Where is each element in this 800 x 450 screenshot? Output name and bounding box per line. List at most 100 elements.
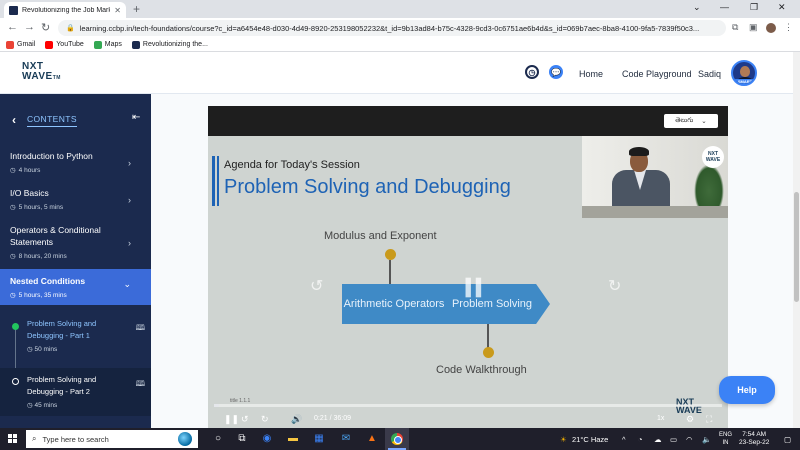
app-header: NXT WAVETM ◷ 💬 Home Code Playground Sadi… [0,52,800,94]
chat-icon[interactable]: 💬 [549,65,563,79]
diagram-arrow-arithmetic: Arithmetic Operators [342,284,454,324]
cam-desk [582,206,728,218]
gmail-icon [6,40,14,49]
cam-nxtwave-logo: NXT WAVE [702,146,724,168]
network-icon[interactable]: ◔ [638,435,643,444]
slide-accent-bar [217,156,219,206]
volume-icon[interactable]: 🔊 [291,414,302,425]
browser-toolbar: ← → ↻ 🔒 learning.ccbp.in/tech-foundation… [0,18,800,38]
restore-icon[interactable]: ❐ [750,2,758,13]
sidepanel-icon[interactable]: ▣ [749,22,758,33]
file-explorer-icon[interactable]: ▬ [287,433,299,445]
reload-icon[interactable]: ↻ [41,21,50,34]
onedrive-icon[interactable]: ☁ [654,435,662,444]
clock-date: 23-Sep-22 [739,439,770,446]
rewind-10-icon[interactable]: ↺ [241,414,249,425]
progress-bar[interactable]: title 1.1.1 [214,398,722,407]
chevron-down-icon: ⌄ [123,279,131,289]
input-language[interactable]: ENG IN [719,431,732,447]
search-icon: ⌕ [32,434,37,443]
fullscreen-icon[interactable]: ⛶ [706,414,712,425]
settings-icon[interactable]: ⚙ [686,414,694,425]
tab-search-icon[interactable]: ⌄ [693,2,701,13]
nxtwave-logo[interactable]: NXT WAVETM [22,62,61,83]
help-button[interactable]: Help [719,376,775,404]
module-duration: 4 hours [18,166,41,174]
module-introduction-to-python[interactable]: Introduction to Python ◷ 4 hours › [0,150,151,184]
taskbar-clock[interactable]: 7:54 AM 23-Sep-22 [739,431,769,447]
scrollbar-thumb[interactable] [794,192,799,302]
avatar[interactable]: SMART [731,60,757,86]
session-part-1[interactable]: Problem Solving and Debugging - Part 1 ◷… [0,316,151,366]
edge-icon[interactable]: ◉ [261,433,273,445]
battery-icon[interactable]: ▭ [670,435,677,444]
tray-chevron-icon[interactable]: ^ [622,435,626,444]
pause-icon[interactable]: ❚❚ [224,414,239,425]
speed-button[interactable]: 1x [657,415,664,422]
forward-overlay-icon[interactable]: ↻ [608,276,621,296]
video-player[interactable]: తెలుగు ⌄ Agenda for Today's Session Prob… [208,106,728,428]
close-window-icon[interactable]: ✕ [778,2,786,13]
code-playground-link[interactable]: Code Playground [622,69,692,79]
menu-icon[interactable]: ⋮ [784,22,793,33]
back-chevron-icon[interactable]: ‹ [12,113,16,127]
timer-icon[interactable]: ◷ [525,65,539,79]
slide-accent-bar [212,156,215,206]
forward-icon[interactable]: → [24,21,35,33]
diagram-arrow-problem-solving: Problem Solving [434,284,550,324]
back-icon[interactable]: ← [7,21,18,33]
wifi-icon[interactable]: ◠ [686,435,693,444]
module-duration: 8 hours, 20 mins [18,252,67,260]
minimize-icon[interactable]: — [720,2,729,12]
rewind-overlay-icon[interactable]: ↺ [310,276,323,296]
vlc-icon[interactable]: ▲ [366,433,378,445]
bookmark-revolutionizing[interactable]: Revolutionizing the... [131,40,208,49]
speaker-icon[interactable]: 🔈 [702,435,711,444]
browser-tab[interactable]: Revolutionizing the Job Mark ✕ [4,2,126,18]
profile-icon[interactable] [766,23,776,33]
sidebar-header: ‹ CONTENTS ⇤ [0,94,151,142]
module-operators-conditional[interactable]: Operators & Conditional Statements ◷ 8 ho… [0,224,151,268]
close-tab-icon[interactable]: ✕ [114,6,121,15]
task-view-icon[interactable]: ⧉ [236,433,248,445]
address-bar[interactable]: 🔒 learning.ccbp.in/tech-foundations/cour… [58,20,726,36]
forward-10-icon[interactable]: ↻ [261,414,269,425]
pause-overlay-icon[interactable]: ▍▍ [466,278,489,298]
user-name[interactable]: Sadiq [698,69,721,79]
sidebar-title[interactable]: CONTENTS [27,114,77,127]
clock-time: 7:54 AM [742,431,767,438]
current-time: 0:21 [314,415,328,422]
collapse-sidebar-icon[interactable]: ⇤ [132,112,140,123]
store-icon[interactable]: ▦ [313,433,325,445]
course-sidebar: ‹ CONTENTS ⇤ Introduction to Python ◷ 4 h… [0,94,151,428]
lang-line2: IN [722,440,729,446]
chevron-right-icon: › [128,158,131,168]
taskbar-search[interactable]: ⌕ Type here to search [26,430,198,448]
extensions-icon[interactable]: ⧉ [732,22,738,33]
home-link[interactable]: Home [579,69,603,79]
cortana-icon[interactable]: ○ [212,433,224,445]
notifications-icon[interactable]: ▢ [784,435,791,444]
chevron-down-icon: ⌄ [701,118,707,125]
page-scrollbar[interactable] [793,52,800,428]
session-name: Problem Solving and Debugging - Part 1 [27,319,97,340]
chrome-icon[interactable] [391,433,403,445]
module-nested-conditions[interactable]: Nested Conditions ◷ 5 hours, 35 mins ⌄ [0,269,151,305]
module-name: Nested Conditions [10,276,86,286]
weather-text[interactable]: 21°C Haze [572,435,608,444]
session-part-2[interactable]: Problem Solving and Debugging - Part 2 ◷… [0,368,151,416]
bookmark-maps[interactable]: Maps [93,40,122,49]
windows-start-icon[interactable] [8,434,18,444]
language-select[interactable]: తెలుగు ⌄ [664,114,718,128]
session-duration-value: 50 mins [34,346,58,353]
avatar-face [740,66,750,77]
book-icon: 🕮 [135,323,145,332]
bookmark-youtube[interactable]: YouTube [45,40,84,49]
chapter-title: title 1.1.1 [230,398,251,404]
mail-icon[interactable]: ✉ [340,433,352,445]
new-tab-icon[interactable]: + [133,2,140,16]
bookmark-label: YouTube [56,41,84,48]
module-io-basics[interactable]: I/O Basics ◷ 5 hours, 5 mins › [0,187,151,221]
bookmark-label: Maps [104,41,122,48]
bookmark-gmail[interactable]: Gmail [6,40,35,49]
